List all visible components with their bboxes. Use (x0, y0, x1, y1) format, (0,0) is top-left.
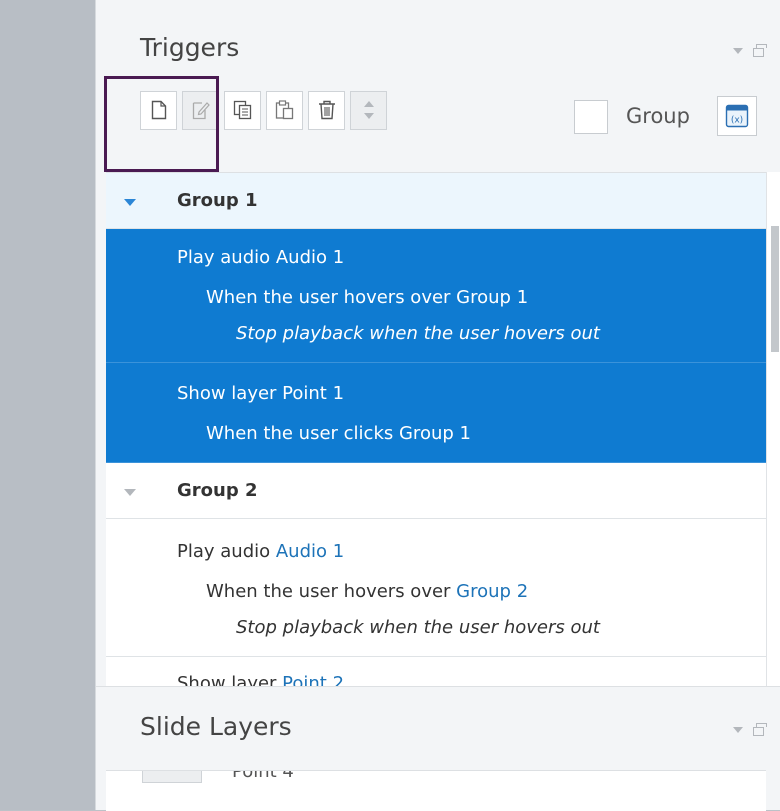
triggers-panel-controls (733, 44, 767, 58)
trigger-action: Play audio Audio 1 (177, 247, 345, 268)
trigger-subcondition: Stop playback when the user hovers out (236, 617, 600, 638)
expand-triangle-icon[interactable] (124, 489, 136, 496)
trigger-list: Group 1 Play audio Audio 1 When the user… (106, 172, 766, 687)
trigger-item[interactable]: Play audio Audio 1 When the user hovers … (106, 229, 766, 363)
trigger-when-target-link[interactable]: Group 1 (399, 423, 471, 444)
variables-icon: (x) (725, 104, 749, 128)
paste-button[interactable] (266, 90, 303, 130)
trigger-condition: When the user clicks Group 1 (206, 423, 471, 444)
group-name: Group 1 (177, 190, 258, 211)
collapse-caret-icon[interactable] (733, 48, 743, 54)
float-window-icon[interactable] (753, 44, 767, 58)
trigger-item[interactable]: Show layer Point 1 When the user clicks … (106, 363, 766, 463)
trigger-action: Show layer Point 2 (177, 673, 344, 687)
copy-icon (233, 100, 251, 120)
trigger-list-scrollbar[interactable] (766, 172, 780, 686)
new-trigger-button[interactable] (140, 90, 177, 130)
group-checkbox[interactable] (574, 100, 608, 134)
group-row[interactable]: Group 2 (106, 463, 766, 519)
move-down-icon[interactable] (363, 113, 374, 119)
delete-button[interactable] (308, 90, 345, 130)
scrollbar-thumb[interactable] (771, 226, 779, 352)
triggers-panel: Triggers Group (x) Group 1 Play audio Au… (95, 0, 780, 811)
float-window-icon[interactable] (753, 723, 767, 737)
layer-name[interactable]: Point 4 (232, 771, 294, 782)
trigger-condition: When the user hovers over Group 2 (206, 581, 529, 602)
expand-triangle-icon[interactable] (124, 199, 136, 206)
trigger-action-target-link[interactable]: Point 2 (282, 673, 344, 687)
layer-thumbnail (142, 771, 202, 783)
trigger-action: Play audio Audio 1 (177, 541, 345, 562)
trigger-item[interactable]: Play audio Audio 1 When the user hovers … (106, 519, 766, 657)
collapse-caret-icon[interactable] (733, 727, 743, 733)
reorder-buttons[interactable] (350, 90, 387, 130)
trigger-action-target-link[interactable]: Point 1 (282, 383, 344, 404)
edit-trigger-icon (192, 102, 210, 120)
trigger-condition: When the user hovers over Group 1 (206, 287, 529, 308)
paste-icon (275, 100, 293, 120)
trigger-action-target-link[interactable]: Audio 1 (276, 541, 344, 562)
left-sidebar-strip (0, 0, 95, 810)
edit-trigger-button[interactable] (182, 90, 219, 130)
triggers-toolbar (140, 90, 387, 130)
trigger-item[interactable]: Show layer Point 2 (106, 657, 766, 687)
variables-button[interactable]: (x) (717, 96, 757, 136)
copy-button[interactable] (224, 90, 261, 130)
group-checkbox-label: Group (626, 104, 690, 128)
trigger-when-target-link[interactable]: Group 1 (456, 287, 528, 308)
move-up-icon[interactable] (363, 101, 374, 107)
new-trigger-icon (151, 100, 166, 120)
slide-layers-controls (733, 723, 767, 737)
trigger-subcondition: Stop playback when the user hovers out (236, 323, 600, 344)
trigger-action-target-link[interactable]: Audio 1 (276, 247, 344, 268)
group-row[interactable]: Group 1 (106, 173, 766, 229)
trigger-when-target-link[interactable]: Group 2 (456, 581, 528, 602)
slide-layers-title: Slide Layers (140, 712, 292, 741)
trigger-action: Show layer Point 1 (177, 383, 345, 404)
trash-icon (318, 100, 335, 120)
slide-layers-header: Slide Layers (96, 686, 780, 771)
triggers-panel-title: Triggers (140, 33, 240, 62)
slide-layers-list: Point 4 (106, 770, 766, 811)
variables-glyph: (x) (731, 116, 743, 126)
group-name: Group 2 (177, 480, 258, 501)
